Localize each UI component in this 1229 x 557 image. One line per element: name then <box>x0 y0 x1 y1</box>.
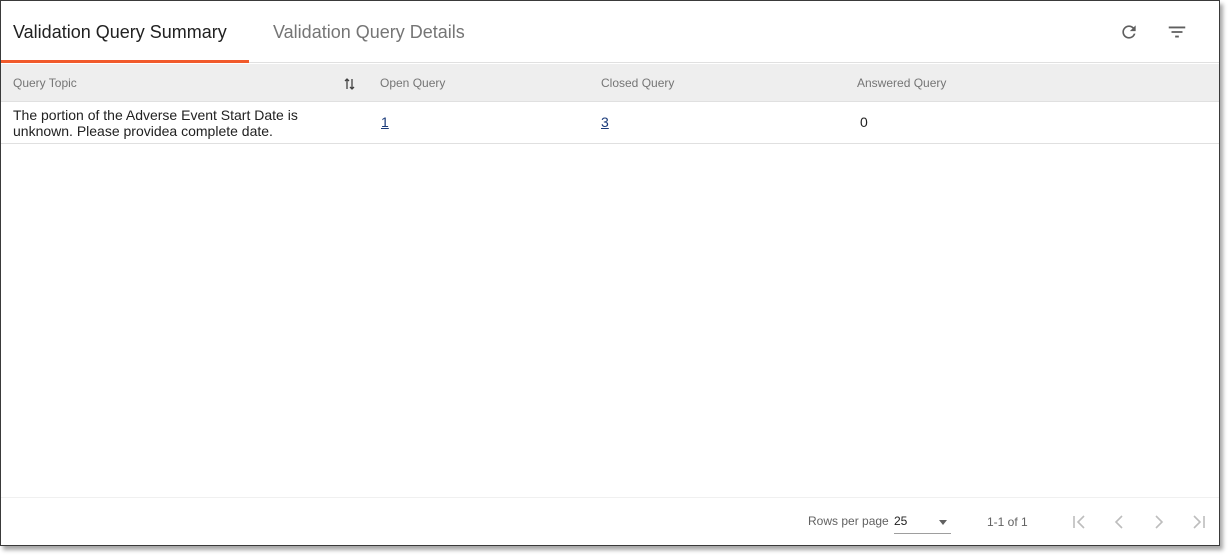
pagination-range: 1-1 of 1 <box>987 515 1028 529</box>
pagination-bar: Rows per page 25 1-1 of 1 <box>1 497 1219 545</box>
next-page-button[interactable] <box>1147 510 1171 534</box>
sort-icon <box>344 78 355 90</box>
tab-validation-query-details[interactable]: Validation Query Details <box>273 1 465 63</box>
last-page-icon <box>1193 515 1205 529</box>
cell-answered-query: 0 <box>860 114 868 130</box>
active-tab-indicator <box>1 60 249 63</box>
validation-query-panel: Validation Query Summary Validation Quer… <box>0 0 1220 546</box>
open-query-link[interactable]: 1 <box>381 114 389 130</box>
rows-per-page-label: Rows per page <box>808 514 889 528</box>
sort-button[interactable] <box>342 76 358 92</box>
refresh-button[interactable] <box>1114 17 1144 47</box>
column-header-closed-query[interactable]: Closed Query <box>601 64 674 102</box>
table-header: Query Topic Open Query Closed Query Answ… <box>1 64 1219 102</box>
tab-bar: Validation Query Summary Validation Quer… <box>1 1 1219 63</box>
cell-query-topic: The portion of the Adverse Event Start D… <box>13 107 298 139</box>
column-header-answered-query[interactable]: Answered Query <box>857 64 946 102</box>
last-page-button[interactable] <box>1187 510 1211 534</box>
tab-validation-query-summary[interactable]: Validation Query Summary <box>13 1 227 63</box>
dropdown-caret-icon <box>939 520 947 525</box>
previous-page-button[interactable] <box>1107 510 1131 534</box>
chevron-right-icon <box>1155 515 1164 529</box>
closed-query-link[interactable]: 3 <box>601 114 609 130</box>
column-header-query-topic[interactable]: Query Topic <box>13 64 77 102</box>
rows-per-page-value: 25 <box>894 514 908 528</box>
filter-button[interactable] <box>1162 17 1192 47</box>
refresh-icon <box>1122 25 1136 39</box>
chevron-left-icon <box>1114 515 1123 529</box>
first-page-icon <box>1073 515 1085 529</box>
column-header-open-query[interactable]: Open Query <box>380 64 445 102</box>
rows-per-page-select[interactable]: 25 <box>894 510 951 534</box>
table-row: The portion of the Adverse Event Start D… <box>1 102 1219 144</box>
first-page-button[interactable] <box>1067 510 1091 534</box>
filter-icon <box>1168 26 1186 38</box>
